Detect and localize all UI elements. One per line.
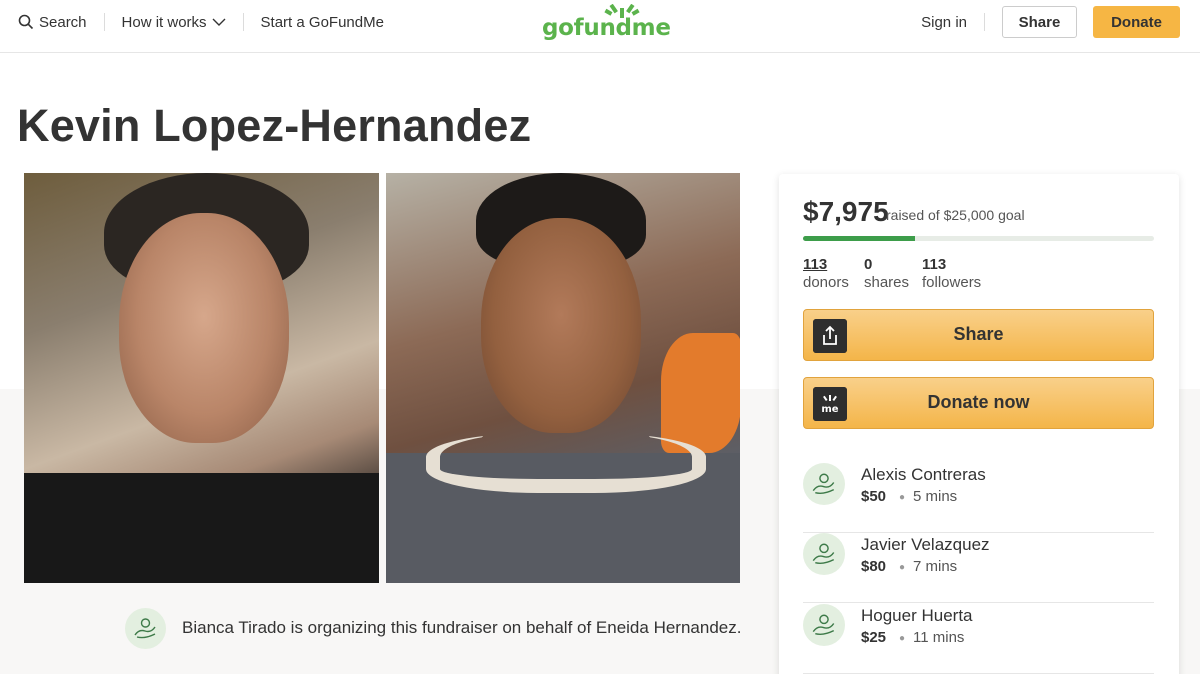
hands-avatar-icon xyxy=(134,618,156,639)
share-button-header[interactable]: Share xyxy=(1002,6,1077,38)
progress-bar xyxy=(803,236,1154,241)
donation-amount: $50 xyxy=(861,488,887,505)
photo-shirt xyxy=(24,473,379,583)
donate-now-button[interactable]: me Donate now xyxy=(803,377,1154,429)
nav-divider xyxy=(984,13,985,31)
stat-number: 113 xyxy=(803,256,828,273)
donation-panel: $7,975 raised of $25,000 goal 113 donors… xyxy=(779,174,1179,674)
start-gofundme-link[interactable]: Start a GoFundMe xyxy=(261,14,384,31)
donation-amount: $25 xyxy=(861,629,887,646)
donor-avatar xyxy=(803,604,845,646)
separator-dot: ● xyxy=(899,492,906,503)
search-label: Search xyxy=(39,13,87,31)
donation-time: 5 mins xyxy=(913,488,958,505)
organizer-statement: Bianca Tirado is organizing this fundrai… xyxy=(182,618,742,637)
donation-item: Javier Velazquez $80 ● 7 mins xyxy=(803,533,1154,603)
divider xyxy=(803,602,1154,603)
start-gofundme-label: Start a GoFundMe xyxy=(260,13,384,31)
donate-button-header[interactable]: Donate xyxy=(1093,6,1180,38)
campaign-title: Kevin Lopez-Hernandez xyxy=(17,100,532,151)
stat-number: 0 xyxy=(864,256,873,273)
donor-avatar xyxy=(803,533,845,575)
nav-divider xyxy=(103,13,105,31)
campaign-photo-left[interactable] xyxy=(24,173,379,583)
share-button-label: Share xyxy=(953,324,1004,344)
sign-in-link[interactable]: Sign in xyxy=(921,14,967,31)
search-icon xyxy=(18,14,34,30)
raised-goal-text: raised of $25,000 goal xyxy=(886,207,1025,223)
campaign-photo-right[interactable] xyxy=(386,173,740,583)
nav-left: Search How it works Start a GoFundMe xyxy=(18,12,384,32)
donation-time: 11 mins xyxy=(913,629,965,646)
donor-name: Hoguer Huerta xyxy=(861,606,973,625)
photo-face xyxy=(481,218,641,433)
donation-time: 7 mins xyxy=(913,558,958,575)
site-header: Search How it works Start a GoFundMe gof… xyxy=(0,0,1200,53)
organizer-avatar[interactable] xyxy=(125,608,166,649)
photo-face xyxy=(119,213,289,443)
hands-avatar-icon xyxy=(812,473,835,495)
hands-avatar-icon xyxy=(812,614,835,636)
nav-divider xyxy=(242,13,244,31)
separator-dot: ● xyxy=(899,562,906,573)
separator-dot: ● xyxy=(899,633,906,644)
donation-item: Hoguer Huerta $25 ● 11 mins xyxy=(803,604,1154,674)
stat-shares: 0 shares xyxy=(864,256,909,292)
progress-fill xyxy=(803,236,915,241)
stat-label: followers xyxy=(922,274,982,291)
how-it-works-menu[interactable]: How it works xyxy=(122,14,226,31)
gofundme-logo[interactable]: gofundme xyxy=(542,4,671,41)
how-it-works-label: How it works xyxy=(121,13,207,31)
photo-flower xyxy=(661,333,740,453)
nav-right: Sign in Share Donate xyxy=(921,6,1180,38)
search-link[interactable]: Search xyxy=(18,14,87,31)
raised-amount: $7,975 xyxy=(803,196,889,227)
donation-item: Alexis Contreras $50 ● 5 mins xyxy=(803,463,1154,533)
photo-lei xyxy=(426,433,706,493)
stat-label: donors xyxy=(803,274,849,291)
share-button[interactable]: Share xyxy=(803,309,1154,361)
donor-name: Alexis Contreras xyxy=(861,465,986,484)
stat-label: shares xyxy=(864,274,910,291)
donor-name: Javier Velazquez xyxy=(861,535,990,554)
donation-amount: $80 xyxy=(861,558,887,575)
hands-avatar-icon xyxy=(812,543,835,565)
chevron-down-icon xyxy=(212,18,226,26)
stat-followers: 113 followers xyxy=(922,256,981,292)
donate-now-label: Donate now xyxy=(927,392,1030,412)
stat-donors[interactable]: 113 donors xyxy=(803,256,849,292)
logo-wordmark: gofundme xyxy=(542,15,671,41)
donor-avatar xyxy=(803,463,845,505)
stat-number: 113 xyxy=(922,256,947,273)
